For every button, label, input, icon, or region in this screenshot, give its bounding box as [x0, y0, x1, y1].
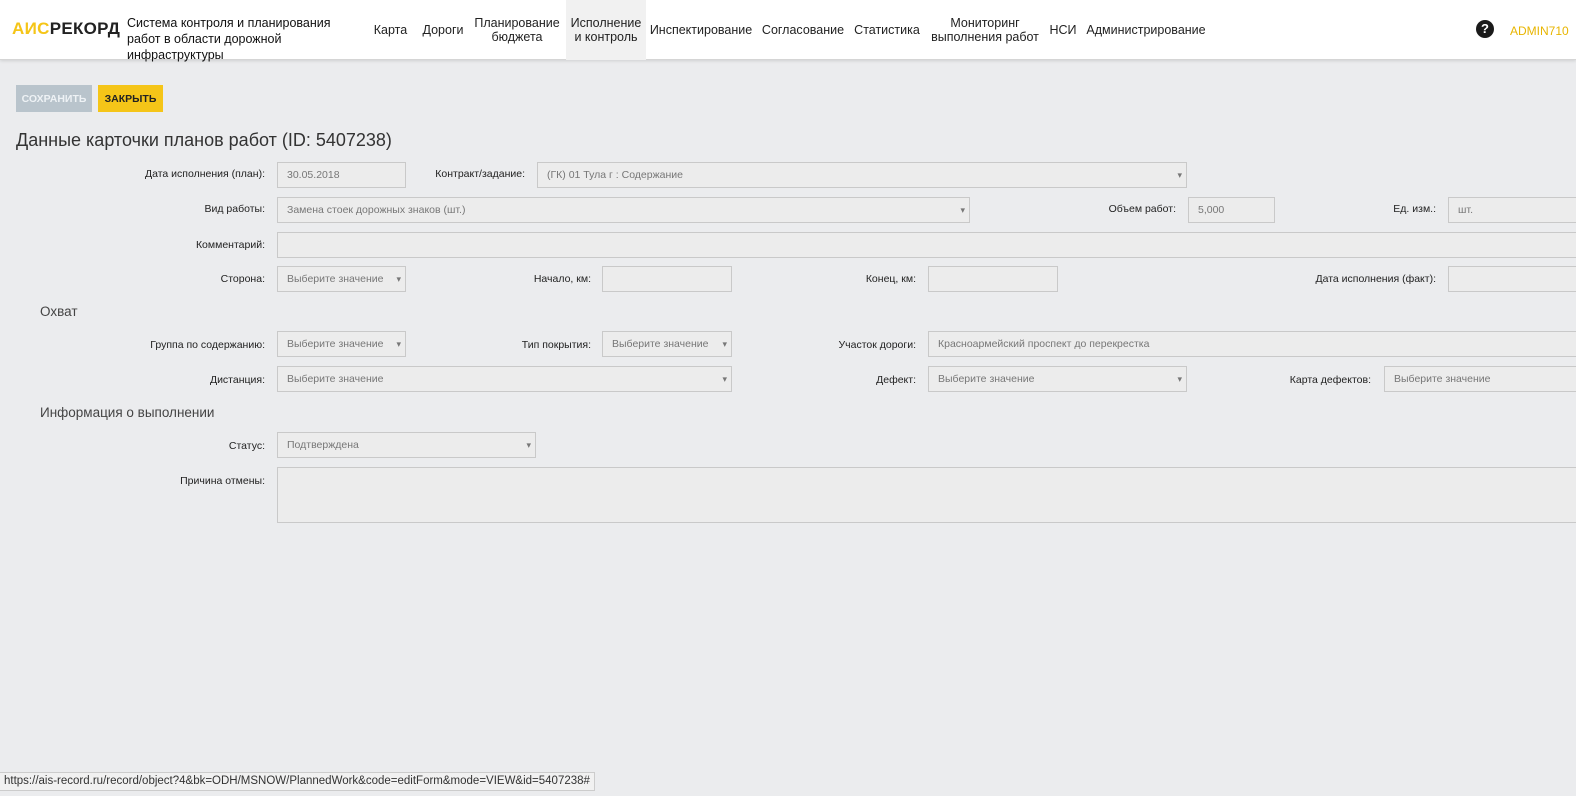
nav-approval[interactable]: Согласование — [760, 0, 846, 60]
app-title: Система контроля и планирования работ в … — [127, 16, 331, 62]
browser-status-url: https://ais-record.ru/record/object?4&bk… — [0, 772, 595, 791]
contract-select[interactable]: (ГК) 01 Тула г : Содержание — [537, 162, 1187, 188]
nav-execution-control[interactable]: Исполнение и контроль — [566, 0, 646, 60]
group-select[interactable]: Выберите значение — [277, 331, 406, 357]
contract-label: Контракт/задание: — [435, 168, 525, 180]
fact-date-label: Дата исполнения (факт): — [1315, 273, 1436, 285]
end-km-label: Конец, км: — [865, 273, 916, 285]
nav-statistics[interactable]: Статистика — [852, 0, 922, 60]
close-button[interactable]: ЗАКРЫТЬ — [98, 85, 163, 112]
volume-label: Объем работ: — [1108, 203, 1176, 215]
save-button[interactable]: СОХРАНИТЬ — [16, 85, 92, 112]
cancel-reason-label: Причина отмены: — [180, 475, 265, 487]
plan-date-field[interactable]: 30.05.2018 — [277, 162, 406, 188]
start-km-field[interactable] — [602, 266, 732, 292]
page-title: Данные карточки планов работ (ID: 540723… — [16, 130, 392, 150]
defect-map-label: Карта дефектов: — [1289, 374, 1371, 386]
nav-map[interactable]: Карта — [368, 0, 413, 60]
work-type-label: Вид работы: — [204, 203, 266, 215]
coverage-section-title: Охват — [40, 304, 78, 319]
defect-label: Дефект: — [876, 374, 916, 386]
top-header: АИСРЕКОРД Система контроля и планировани… — [0, 0, 1576, 62]
surface-label: Тип покрытия: — [521, 339, 591, 351]
logo-part2: РЕКОРД — [49, 19, 121, 38]
question-circle-icon[interactable]: ? — [1476, 20, 1494, 38]
distance-select[interactable]: Выберите значение — [277, 366, 732, 392]
work-type-select[interactable]: Замена стоек дорожных знаков (шт.) — [277, 197, 970, 223]
volume-field[interactable]: 5,000 — [1188, 197, 1275, 223]
unit-label: Ед. изм.: — [1393, 203, 1436, 215]
fact-date-field[interactable] — [1448, 266, 1576, 292]
start-km-label: Начало, км: — [533, 273, 591, 285]
group-label: Группа по содержанию: — [150, 339, 265, 351]
logo-part1: АИС — [12, 19, 50, 38]
end-km-field[interactable] — [928, 266, 1058, 292]
surface-select[interactable]: Выберите значение — [602, 331, 732, 357]
road-section-field[interactable]: Красноармейский проспект до перекрестка — [928, 331, 1576, 357]
side-select[interactable]: Выберите значение — [277, 266, 406, 292]
status-label: Статус: — [228, 440, 265, 452]
nav-inspection[interactable]: Инспектирование — [650, 0, 752, 60]
distance-label: Дистанция: — [209, 374, 265, 386]
cancel-reason-textarea[interactable] — [277, 467, 1576, 523]
app-logo[interactable]: АИСРЕКОРД — [12, 19, 120, 39]
user-name-link[interactable]: ADMIN710 — [1510, 24, 1569, 38]
execution-section-title: Информация о выполнении — [40, 405, 215, 420]
nav-budget-planning[interactable]: Планирование бюджета — [472, 0, 562, 60]
nav-administration[interactable]: Администрирование — [1086, 0, 1205, 60]
comment-label: Комментарий: — [195, 239, 265, 251]
status-select[interactable]: Подтверждена — [277, 432, 536, 458]
nav-monitoring[interactable]: Мониторинг выполнения работ — [930, 0, 1040, 60]
side-label: Сторона: — [220, 273, 265, 285]
defect-select[interactable]: Выберите значение — [928, 366, 1187, 392]
defect-map-select[interactable]: Выберите значение — [1384, 366, 1576, 392]
nav-nsi[interactable]: НСИ — [1046, 0, 1080, 60]
unit-field[interactable]: шт. — [1448, 197, 1576, 223]
plan-date-label: Дата исполнения (план): — [145, 168, 265, 180]
road-section-label: Участок дороги: — [838, 339, 916, 351]
nav-roads[interactable]: Дороги — [418, 0, 468, 60]
comment-field[interactable] — [277, 232, 1576, 258]
